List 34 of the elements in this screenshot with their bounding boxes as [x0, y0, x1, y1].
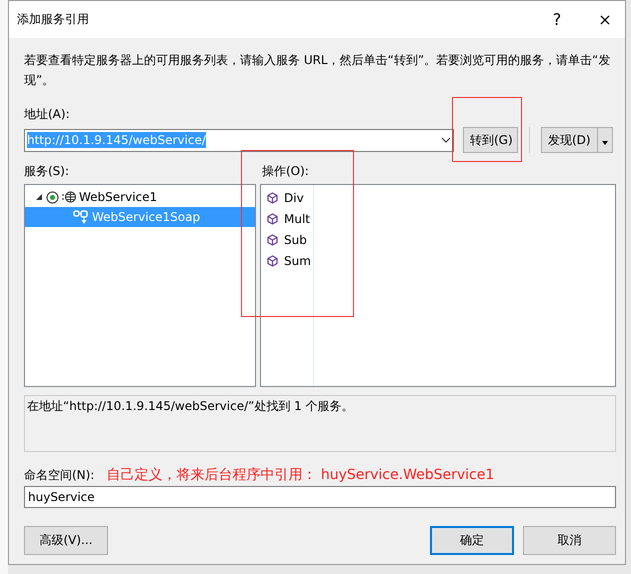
tree-item-label: WebService1: [79, 190, 158, 204]
dropdown-icon[interactable]: [441, 137, 451, 143]
service-status-icon: [46, 190, 59, 204]
tree-item-label: WebService1Soap: [92, 210, 200, 224]
address-label: 地址(A):: [24, 106, 71, 123]
ok-button[interactable]: 确定: [430, 526, 514, 555]
go-button[interactable]: 转到(G): [463, 127, 518, 153]
close-button[interactable]: ×: [585, 10, 625, 29]
help-button[interactable]: ?: [537, 10, 577, 29]
operations-label: 操作(O):: [262, 163, 309, 180]
discover-button[interactable]: 发现(D): [542, 128, 598, 152]
description-text: 若要查看特定服务器上的可用服务列表，请输入服务 URL，然后单击“转到”。若要浏览可用的服务，请单击“发现”。: [24, 52, 612, 89]
cancel-button[interactable]: 取消: [523, 526, 616, 555]
namespace-label: 命名空间(N):: [24, 467, 94, 484]
cube-icon: [267, 234, 278, 246]
operation-item[interactable]: Sum: [284, 254, 311, 268]
operation-item[interactable]: Div: [284, 190, 304, 204]
namespace-field[interactable]: huyService: [24, 486, 616, 508]
tree-item[interactable]: WebService1: [25, 187, 255, 207]
advanced-button[interactable]: 高级(V)...: [24, 526, 108, 555]
highlight-frame: [452, 97, 522, 162]
window-title: 添加服务引用: [17, 11, 90, 28]
status-text: 在地址“http://10.1.9.145/webService/”处找到 1 个服务。: [27, 399, 354, 413]
endpoint-icon: [73, 209, 89, 225]
expander-icon[interactable]: [35, 193, 43, 201]
discover-split-button[interactable]: 发现(D): [541, 127, 613, 153]
cube-icon: [267, 192, 278, 204]
operation-item[interactable]: Mult: [284, 212, 310, 226]
services-label: 服务(S):: [24, 164, 70, 178]
annotation-text: 自己定义，将来后台程序中引用： huyService.WebService1: [106, 466, 494, 484]
cube-icon: [267, 212, 278, 224]
operation-item[interactable]: Sub: [284, 232, 307, 246]
cube-icon: [267, 254, 278, 266]
globe-icon: [62, 191, 76, 203]
